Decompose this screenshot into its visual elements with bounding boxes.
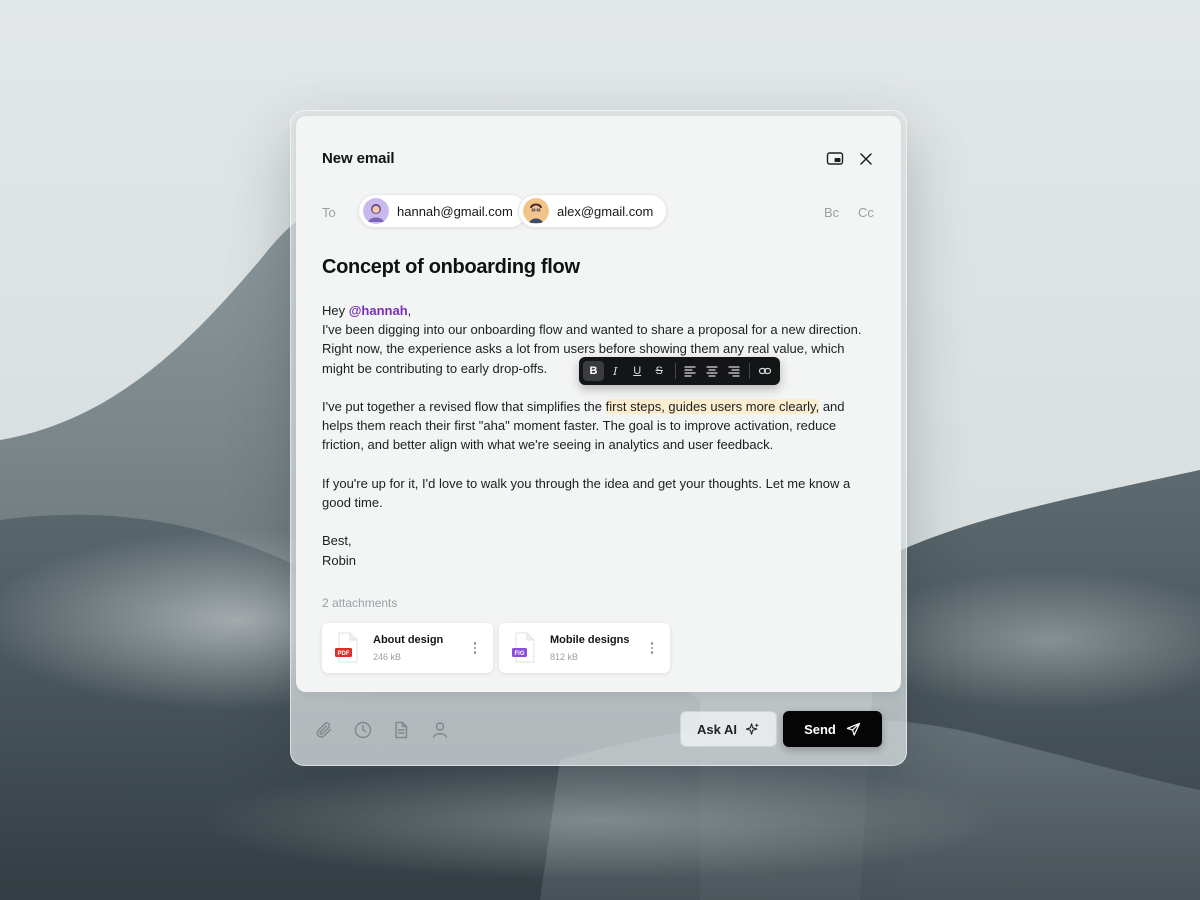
compose-window: New email To hannah@gmail.com alex@gmail…	[290, 110, 907, 766]
file-size: 246 kB	[373, 652, 402, 662]
recipient-chip-hannah[interactable]: hannah@gmail.com	[358, 194, 527, 228]
align-left-icon[interactable]	[680, 361, 701, 381]
file-size: 812 kB	[550, 652, 579, 662]
ask-ai-button[interactable]: Ask AI	[680, 711, 777, 747]
send-button[interactable]: Send	[783, 711, 882, 747]
sparkle-icon	[745, 722, 760, 735]
ask-ai-label: Ask AI	[697, 721, 737, 737]
document-icon[interactable]	[391, 720, 411, 740]
paragraph-2-start: I've put together a revised flow that si…	[322, 399, 606, 414]
paragraph-2: I've put together a revised flow that si…	[322, 397, 862, 455]
more-options-icon[interactable]	[469, 639, 481, 657]
clock-icon[interactable]	[353, 720, 373, 740]
toolbar-divider	[749, 363, 751, 379]
send-label: Send	[804, 721, 836, 737]
avatar	[363, 198, 389, 224]
recipient-email: hannah@gmail.com	[397, 203, 513, 219]
selected-text-highlight: first steps, guides users more clearly,	[605, 399, 820, 414]
sign-off: Best,	[322, 533, 352, 549]
strikethrough-button[interactable]: S	[649, 361, 670, 381]
bold-button[interactable]: B	[583, 361, 604, 381]
compose-title: New email	[322, 150, 395, 167]
attachment-card[interactable]: PDF About design 246 kB	[322, 623, 493, 673]
align-right-icon[interactable]	[723, 361, 744, 381]
greeting-text: Hey	[322, 303, 349, 318]
attachment-card[interactable]: FIG Mobile designs 812 kB	[499, 623, 670, 673]
paper-plane-icon	[846, 722, 861, 736]
align-center-icon[interactable]	[701, 361, 722, 381]
formatting-toolbar: B I U S	[579, 357, 780, 385]
file-name: About design	[373, 634, 444, 646]
bcc-toggle[interactable]: Bc	[824, 205, 839, 220]
signature: Robin	[322, 552, 356, 568]
more-options-icon[interactable]	[646, 639, 658, 657]
subject-line[interactable]: Concept of onboarding flow	[322, 256, 580, 279]
attachments-label: 2 attachments	[322, 596, 398, 610]
compose-panel: New email To hannah@gmail.com alex@gmail…	[296, 116, 901, 692]
minimize-window-icon[interactable]	[825, 149, 845, 169]
file-type-badge: FIG	[515, 651, 525, 657]
figma-file-icon: FIG	[512, 632, 535, 663]
recipient-email: alex@gmail.com	[557, 203, 654, 219]
paperclip-icon[interactable]	[315, 720, 335, 740]
paragraph-3: If you're up for it, I'd love to walk yo…	[322, 475, 851, 510]
user-icon[interactable]	[430, 720, 450, 740]
to-label: To	[322, 205, 336, 220]
greeting-line: Hey @hannah,	[322, 301, 862, 320]
avatar	[523, 198, 549, 224]
recipient-chip-alex[interactable]: alex@gmail.com	[518, 194, 668, 228]
close-icon[interactable]	[856, 149, 876, 169]
toolbar-divider	[674, 363, 676, 379]
underline-button[interactable]: U	[627, 361, 648, 381]
cc-toggle[interactable]: Cc	[858, 205, 874, 220]
pdf-file-icon: PDF	[335, 632, 358, 663]
file-type-badge: PDF	[338, 651, 350, 657]
email-body[interactable]: Hey @hannah, I've been digging into our …	[322, 301, 862, 570]
mention-tag[interactable]: @hannah	[349, 303, 408, 318]
greeting-punct: ,	[407, 303, 412, 318]
italic-button[interactable]: I	[605, 361, 626, 381]
link-icon[interactable]	[754, 361, 775, 381]
file-name: Mobile designs	[550, 634, 630, 646]
